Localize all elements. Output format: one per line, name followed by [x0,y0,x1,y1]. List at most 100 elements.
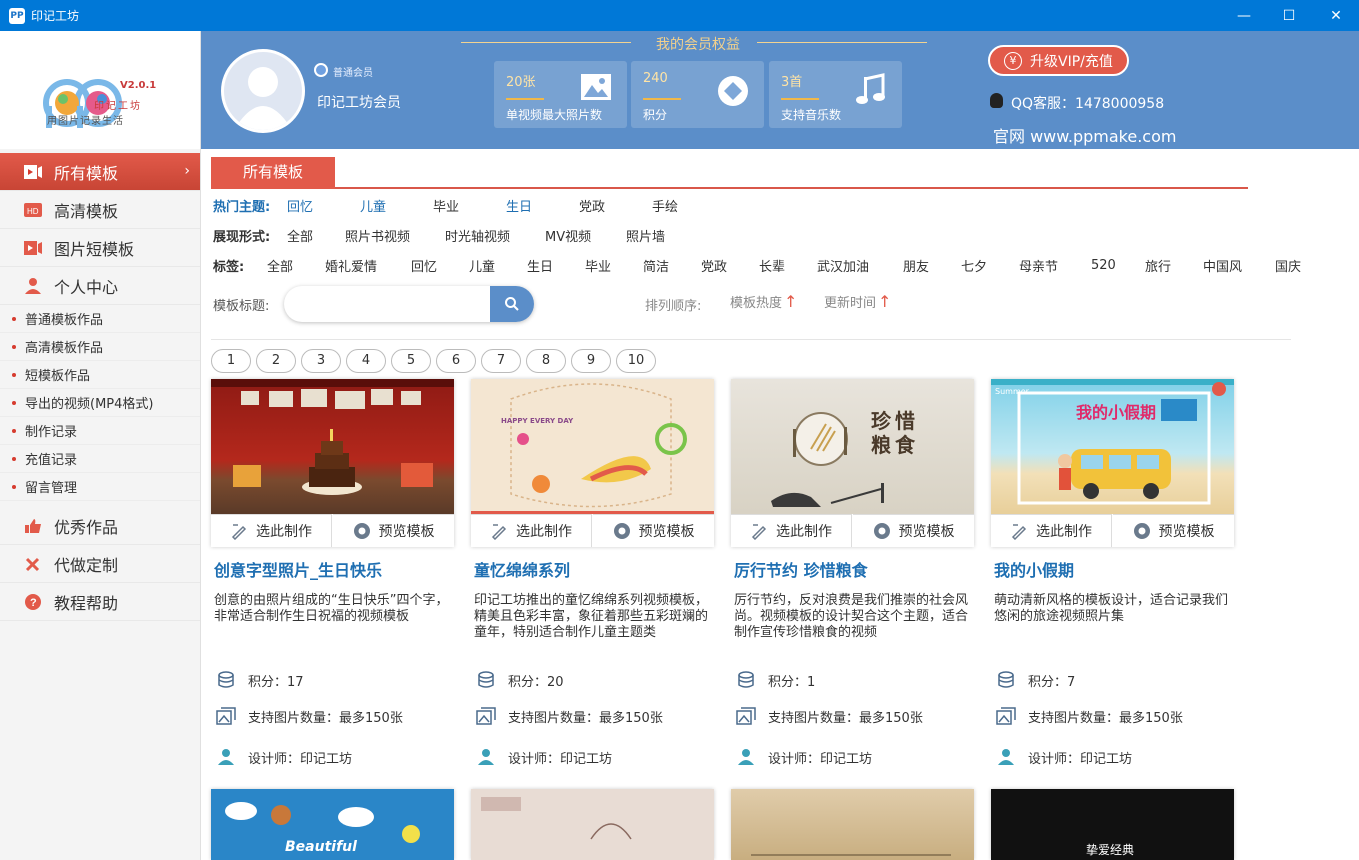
member-header: 普通会员 印记工坊会员 我的会员权益 20张 单视频最大照片数 240 积分 3… [201,31,1359,149]
page-button[interactable]: 2 [256,349,296,373]
rights-line-left [461,42,631,43]
bullet-icon [12,400,16,405]
sub-normal-works[interactable]: 普通模板作品 [0,305,200,333]
hot-topic-option[interactable]: 回忆 [287,196,313,215]
template-title[interactable]: 童忆绵绵系列 [474,557,570,581]
search-button[interactable] [490,286,534,322]
page-button[interactable]: 9 [571,349,611,373]
hot-topic-option[interactable]: 儿童 [360,196,386,215]
official-site[interactable]: 官网 www.ppmake.com [993,123,1176,147]
nav-all-templates[interactable]: 所有模板 › [0,153,200,191]
sub-hd-works[interactable]: 高清模板作品 [0,333,200,361]
template-points: 积分：17 [216,670,304,690]
close-button[interactable]: ✕ [1313,0,1359,31]
designer-text: 设计师：印记工坊 [508,751,613,767]
maximize-button[interactable]: ☐ [1266,0,1312,31]
hot-topic-option[interactable]: 党政 [579,196,605,215]
short-video-icon [22,239,44,257]
nav-short-templates[interactable]: 图片短模板 [0,229,200,267]
page-button[interactable]: 3 [301,349,341,373]
stat-points: 240 积分 [631,61,764,128]
hot-topic-option[interactable]: 毕业 [433,196,459,215]
page-button[interactable]: 4 [346,349,386,373]
page-button[interactable]: 6 [436,349,476,373]
form-option[interactable]: MV视频 [545,226,591,245]
qq-service[interactable]: QQ客服：1478000958 [1011,93,1164,113]
sort-by-hot[interactable]: 模板热度 ↑ [730,292,797,311]
form-option[interactable]: 照片墙 [626,226,665,245]
vip-button-label: 升级VIP/充值 [1030,53,1113,70]
tag-option[interactable]: 简洁 [643,256,669,275]
preview-template-button[interactable]: 预览模板 [333,514,454,547]
tab-all-templates[interactable]: 所有模板 [211,157,335,189]
select-template-button[interactable]: 选此制作 [731,514,852,547]
tag-option[interactable]: 母亲节 [1019,256,1058,275]
preview-template-button[interactable]: 预览模板 [853,514,974,547]
nav-custom-service[interactable]: 代做定制 [0,545,200,583]
select-template-button[interactable]: 选此制作 [991,514,1112,547]
nav-label: 教程帮助 [54,593,119,613]
preview-template-button[interactable]: 预览模板 [1113,514,1234,547]
nav-hd-templates[interactable]: HD 高清模板 [0,191,200,229]
tag-option[interactable]: 全部 [267,256,293,275]
page-button[interactable]: 5 [391,349,431,373]
avatar[interactable] [221,49,305,133]
nav-excellent-works[interactable]: 优秀作品 [0,507,200,545]
tag-option[interactable]: 毕业 [585,256,611,275]
template-thumbnail[interactable]: 挚爱经典 [991,789,1234,860]
tag-option[interactable]: 520 [1091,258,1116,273]
tag-option[interactable]: 七夕 [961,256,987,275]
sub-recharge-records[interactable]: 充值记录 [0,445,200,473]
sub-messages[interactable]: 留言管理 [0,473,200,501]
tag-option[interactable]: 中国风 [1203,256,1242,275]
tag-option[interactable]: 党政 [701,256,727,275]
tab-bar: 所有模板 [211,157,1248,189]
template-title[interactable]: 厉行节约 珍惜粮食 [734,557,868,581]
template-title[interactable]: 我的小假期 [994,557,1074,581]
hot-topics-label: 热门主题: [213,199,271,215]
template-thumbnail[interactable]: Beautiful [211,789,454,860]
tag-option[interactable]: 国庆 [1275,256,1301,275]
template-thumbnail[interactable] [731,789,974,860]
tag-option[interactable]: 儿童 [469,256,495,275]
sub-label: 普通模板作品 [25,313,104,328]
form-option[interactable]: 时光轴视频 [445,226,510,245]
template-thumbnail[interactable] [211,379,454,514]
tag-option[interactable]: 旅行 [1145,256,1171,275]
select-template-button[interactable]: 选此制作 [211,514,332,547]
sort-by-time[interactable]: 更新时间 ↑ [824,292,891,311]
page-button[interactable]: 7 [481,349,521,373]
page-button[interactable]: 1 [211,349,251,373]
page-button[interactable]: 8 [526,349,566,373]
template-thumbnail[interactable] [471,789,714,860]
template-thumbnail[interactable]: HAPPY EVERY DAY [471,379,714,514]
tag-option[interactable]: 婚礼爱情 [325,256,377,275]
form-option[interactable]: 照片书视频 [345,226,410,245]
template-title[interactable]: 创意字型照片_生日快乐 [214,557,382,581]
title-bar: PP 印记工坊 — ☐ ✕ [0,0,1359,31]
template-thumbnail[interactable]: 珍惜粮食 [731,379,974,514]
sub-make-records[interactable]: 制作记录 [0,417,200,445]
tag-option[interactable]: 朋友 [903,256,929,275]
nav-personal-center[interactable]: 个人中心 [0,267,200,305]
search-input[interactable] [284,286,490,322]
nav-help[interactable]: ? 教程帮助 [0,583,200,621]
template-thumbnail[interactable]: 我的小假期 Summer [991,379,1234,514]
preview-label: 预览模板 [1158,524,1215,540]
preview-template-button[interactable]: 预览模板 [593,514,714,547]
select-template-button[interactable]: 选此制作 [471,514,592,547]
hot-topic-option[interactable]: 手绘 [652,196,678,215]
points-text: 积分：17 [248,674,304,690]
minimize-button[interactable]: — [1221,0,1267,31]
tag-option[interactable]: 武汉加油 [817,256,869,275]
designer-icon [736,747,756,767]
tag-option[interactable]: 长辈 [759,256,785,275]
page-button[interactable]: 10 [616,349,656,373]
sub-exported-videos[interactable]: 导出的视频(MP4格式) [0,389,200,417]
vip-button[interactable]: ¥ 升级VIP/充值 [988,45,1129,76]
tag-option[interactable]: 回忆 [411,256,437,275]
form-option[interactable]: 全部 [287,226,313,245]
tag-option[interactable]: 生日 [527,256,553,275]
sub-short-works[interactable]: 短模板作品 [0,361,200,389]
hot-topic-option[interactable]: 生日 [506,196,532,215]
